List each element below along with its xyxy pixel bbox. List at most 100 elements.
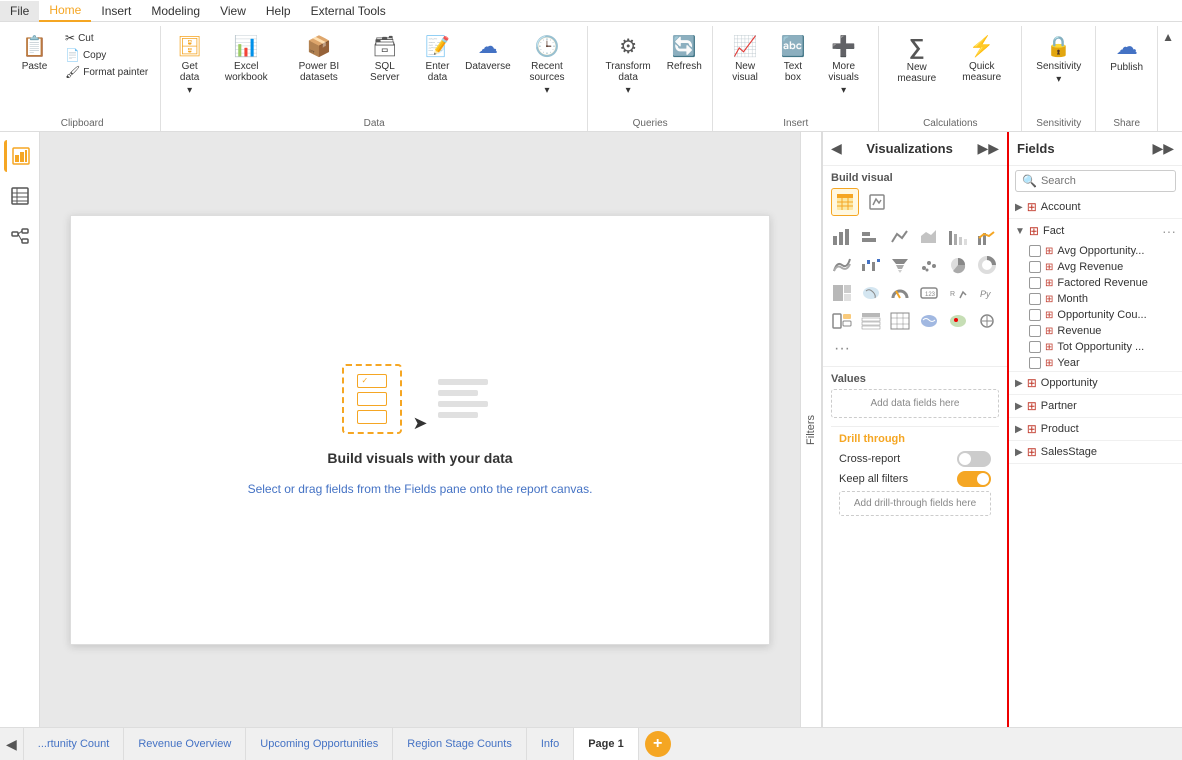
field-group-header-partner[interactable]: ▶⊞Partner [1009,395,1182,417]
drill-drop-area[interactable]: Add drill-through fields here [839,491,991,516]
viz-custom[interactable] [974,308,1000,334]
field-item-year[interactable]: ⊞Year [1009,355,1182,371]
new-measure-button[interactable]: ∑ New measure [887,30,946,88]
viz-card[interactable]: 123 [916,280,942,306]
viz-matrix[interactable] [887,308,913,334]
viz-waterfall[interactable] [858,252,884,278]
model-view-button[interactable] [4,220,36,252]
quick-measure-button[interactable]: ⚡ Quick measure [950,30,1013,87]
more-visuals-button[interactable]: ➕ More visuals ▾ [817,30,870,100]
fact-group-more-button[interactable]: ··· [1162,223,1176,239]
menu-external-tools[interactable]: External Tools [301,1,396,21]
field-group-header-account[interactable]: ▶⊞Account [1009,196,1182,218]
cross-report-toggle[interactable] [957,451,991,467]
field-item-avg-opportunity[interactable]: ⊞Avg Opportunity... [1009,243,1182,259]
viz-type-table[interactable] [831,188,859,216]
fields-search-box[interactable]: 🔍 [1015,170,1176,192]
cut-button[interactable]: ✂ Cut [61,30,152,46]
viz-line-chart[interactable] [887,224,913,250]
field-checkbox-revenue[interactable] [1029,325,1041,337]
table-view-button[interactable] [4,180,36,212]
menu-insert[interactable]: Insert [91,1,141,21]
field-checkbox-tot-opportunity[interactable] [1029,341,1041,353]
add-tab-button[interactable]: + [645,731,671,757]
field-item-revenue[interactable]: ⊞Revenue [1009,323,1182,339]
keep-all-filters-toggle[interactable] [957,471,991,487]
sql-server-button[interactable]: 🗃 SQL Server [359,30,410,87]
field-checkbox-opportunity-cou[interactable] [1029,309,1041,321]
publish-button[interactable]: ☁ Publish [1104,30,1149,77]
field-group-header-product[interactable]: ▶⊞Product [1009,418,1182,440]
menu-home[interactable]: Home [39,0,91,22]
field-group-header-fact[interactable]: ▼⊞Fact··· [1009,219,1182,243]
viz-ribbon-chart[interactable] [829,252,855,278]
field-item-opportunity-cou[interactable]: ⊞Opportunity Cou... [1009,307,1182,323]
viz-scatter[interactable] [916,252,942,278]
sensitivity-button[interactable]: 🔒 Sensitivity ▾ [1030,30,1087,89]
report-view-button[interactable] [4,140,36,172]
field-checkbox-avg-revenue[interactable] [1029,261,1041,273]
menu-view[interactable]: View [210,1,256,21]
tab-region-stage-counts[interactable]: Region Stage Counts [393,728,527,760]
panel-expand-right[interactable]: ▶▶ [977,140,999,157]
tab-revenue-overview[interactable]: Revenue Overview [124,728,246,760]
tab-page-1[interactable]: Page 1 [574,728,638,760]
viz-table[interactable] [858,308,884,334]
menu-file[interactable]: File [0,1,39,21]
enter-data-button[interactable]: 📝 Enter data [414,30,461,87]
tab-upcoming-opportunities[interactable]: Upcoming Opportunities [246,728,393,760]
viz-bar-chart[interactable] [829,224,855,250]
field-group-header-sales-stage[interactable]: ▶⊞SalesStage [1009,441,1182,463]
fields-panel-expand[interactable]: ▶▶ [1152,140,1174,157]
viz-donut[interactable] [974,252,1000,278]
menu-modeling[interactable]: Modeling [141,1,210,21]
viz-more[interactable]: ··· [829,336,855,362]
viz-treemap[interactable] [829,280,855,306]
field-item-avg-revenue[interactable]: ⊞Avg Revenue [1009,259,1182,275]
transform-data-button[interactable]: ⚙ Transform data ▾ [596,30,660,100]
field-checkbox-month[interactable] [1029,293,1041,305]
viz-column-chart[interactable] [858,224,884,250]
tab-prev-button[interactable]: ◀ [0,728,24,760]
viz-stacked-bar[interactable] [945,224,971,250]
filters-panel[interactable]: Filters [800,132,822,727]
field-item-month[interactable]: ⊞Month [1009,291,1182,307]
viz-python[interactable]: Py [974,280,1000,306]
copy-button[interactable]: 📄 Copy [61,47,152,63]
report-canvas[interactable]: ➤ Build visuals with your data Select or… [70,215,770,645]
viz-combo-chart[interactable] [974,224,1000,250]
format-painter-button[interactable]: 🖌 Format painter [61,64,152,80]
recent-sources-button[interactable]: 🕒 Recent sources ▾ [515,30,579,100]
viz-pie[interactable] [945,252,971,278]
viz-slicer[interactable] [829,308,855,334]
viz-area-chart[interactable] [916,224,942,250]
tab-info[interactable]: Info [527,728,574,760]
viz-type-format[interactable] [863,188,891,216]
field-checkbox-factored-revenue[interactable] [1029,277,1041,289]
field-group-header-opportunity[interactable]: ▶⊞Opportunity [1009,372,1182,394]
paste-button[interactable]: 📋 Paste [12,30,57,76]
search-input[interactable] [1041,175,1182,187]
viz-filled-map[interactable] [916,308,942,334]
get-data-button[interactable]: 🗄 Get data ▾ [169,30,210,100]
excel-workbook-button[interactable]: 📊 Excel workbook [214,30,278,87]
values-drop-area[interactable]: Add data fields here [831,389,999,418]
viz-azure-map[interactable] [945,308,971,334]
dataverse-button[interactable]: ☁ Dataverse [465,30,511,76]
field-item-factored-revenue[interactable]: ⊞Factored Revenue [1009,275,1182,291]
viz-kpi[interactable]: R [945,280,971,306]
menu-help[interactable]: Help [256,1,301,21]
viz-map[interactable] [858,280,884,306]
ribbon-collapse[interactable]: ▲ [1158,26,1178,131]
field-checkbox-year[interactable] [1029,357,1041,369]
field-checkbox-avg-opportunity[interactable] [1029,245,1041,257]
viz-gauge[interactable] [887,280,913,306]
new-visual-button[interactable]: 📈 New visual [721,30,769,87]
tab-opportunity-count[interactable]: ...rtunity Count [24,728,125,760]
field-item-tot-opportunity[interactable]: ⊞Tot Opportunity ... [1009,339,1182,355]
viz-funnel[interactable] [887,252,913,278]
power-bi-datasets-button[interactable]: 📦 Power BI datasets [283,30,356,87]
refresh-button[interactable]: 🔄 Refresh [664,30,704,76]
text-box-button[interactable]: 🔤 Text box [773,30,813,87]
panel-collapse-left[interactable]: ◀ [831,140,842,157]
